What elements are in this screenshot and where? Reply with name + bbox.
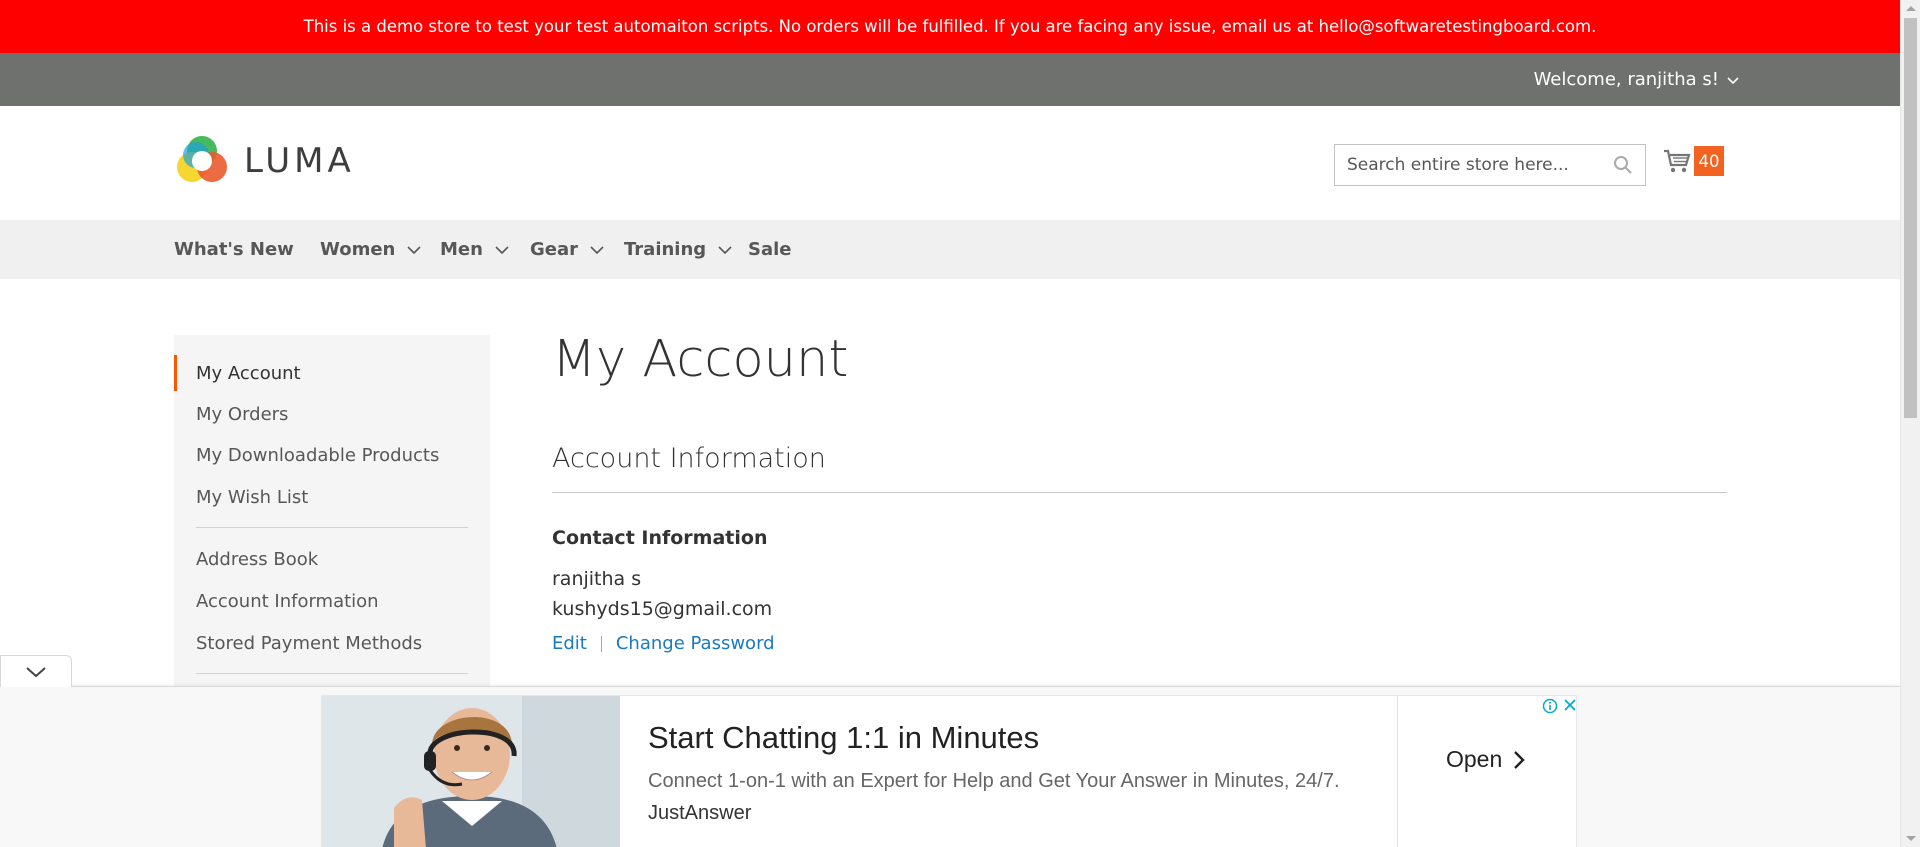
nav-item-label: Gear xyxy=(530,239,579,260)
welcome-text: Welcome, ranjitha s! xyxy=(1533,69,1719,90)
sidebar-item-label: Stored Payment Methods xyxy=(196,632,423,654)
ad-description: Connect 1-on-1 with an Expert for Help a… xyxy=(648,770,1340,792)
sidebar-item-downloadable-products[interactable]: My Downloadable Products xyxy=(174,437,490,473)
ad-collapse-button[interactable] xyxy=(0,655,72,687)
chevron-right-icon xyxy=(1514,750,1525,769)
minicart[interactable]: 40 xyxy=(1662,146,1724,176)
sidebar-divider xyxy=(196,527,468,528)
page-scrollbar[interactable] xyxy=(1900,0,1920,847)
contact-actions: Edit Change Password xyxy=(552,633,775,654)
nav-item-sale[interactable]: Sale xyxy=(748,220,792,279)
ad-image[interactable] xyxy=(322,696,620,847)
chevron-down-icon xyxy=(718,245,732,254)
sidebar-item-wish-list[interactable]: My Wish List xyxy=(174,479,490,515)
change-password-link[interactable]: Change Password xyxy=(616,633,775,654)
nav-item-women[interactable]: Women xyxy=(320,220,422,279)
demo-notice-text: This is a demo store to test your test a… xyxy=(303,17,1597,36)
nav-item-whats-new[interactable]: What's New xyxy=(174,220,294,279)
edit-link[interactable]: Edit xyxy=(552,633,587,654)
ad-source: JustAnswer xyxy=(648,802,752,824)
chevron-down-icon xyxy=(495,245,509,254)
search-placeholder: Search entire store here... xyxy=(1347,155,1569,175)
nav-item-men[interactable]: Men xyxy=(440,220,510,279)
support-agent-illustration xyxy=(322,696,620,847)
sidebar-item-label: My Account xyxy=(196,362,301,384)
scroll-down-arrow[interactable] xyxy=(1906,836,1916,841)
page-title: My Account xyxy=(552,330,849,389)
sidebar-item-label: My Downloadable Products xyxy=(196,444,440,466)
store-logo[interactable]: LUMA xyxy=(174,133,355,189)
demo-notice-bar: This is a demo store to test your test a… xyxy=(0,0,1900,53)
ad-divider xyxy=(1397,696,1398,847)
nav-item-gear[interactable]: Gear xyxy=(530,220,605,279)
logo-text: LUMA xyxy=(244,141,355,181)
main-navigation: What's New Women Men Gear Training Sale xyxy=(0,220,1900,279)
sidebar-item-label: Address Book xyxy=(196,548,319,570)
contact-name: ranjitha s xyxy=(552,568,642,590)
nav-item-label: Women xyxy=(320,239,396,260)
luma-logo-icon xyxy=(177,136,227,182)
ad-open-button[interactable]: Open xyxy=(1446,746,1526,773)
chevron-down-icon xyxy=(590,245,604,254)
ad-banner[interactable]: Start Chatting 1:1 in Minutes Connect 1-… xyxy=(321,695,1577,847)
search-input[interactable]: Search entire store here... xyxy=(1334,144,1646,186)
sidebar-item-account-information[interactable]: Account Information xyxy=(174,583,490,619)
sidebar-item-address-book[interactable]: Address Book xyxy=(174,541,490,577)
ad-open-label: Open xyxy=(1446,746,1503,772)
sidebar-divider xyxy=(196,673,468,674)
panel-header: Welcome, ranjitha s! xyxy=(0,53,1900,106)
search-icon[interactable] xyxy=(1613,155,1633,175)
nav-item-label: What's New xyxy=(174,239,294,260)
main-content: My Account Account Information Contact I… xyxy=(552,330,1727,654)
sidebar-item-label: My Orders xyxy=(196,403,289,425)
contact-email: kushyds15@gmail.com xyxy=(552,598,773,620)
chevron-down-icon xyxy=(407,245,421,254)
chevron-down-icon xyxy=(26,666,46,677)
nav-item-label: Men xyxy=(440,239,483,260)
sidebar-item-stored-payment-methods[interactable]: Stored Payment Methods xyxy=(174,625,490,661)
scroll-up-arrow[interactable] xyxy=(1906,6,1916,11)
nav-item-training[interactable]: Training xyxy=(624,220,733,279)
chevron-down-icon xyxy=(1727,76,1739,84)
customer-welcome-menu[interactable]: Welcome, ranjitha s! xyxy=(1534,53,1740,106)
ad-banner-container: Start Chatting 1:1 in Minutes Connect 1-… xyxy=(0,686,1900,847)
sidebar-item-label: My Wish List xyxy=(196,486,309,508)
ad-headline[interactable]: Start Chatting 1:1 in Minutes xyxy=(648,720,1039,756)
contact-information-title: Contact Information xyxy=(552,527,768,549)
cart-count-badge: 40 xyxy=(1694,146,1724,176)
close-icon[interactable] xyxy=(1563,698,1577,712)
scroll-thumb[interactable] xyxy=(1904,18,1917,418)
action-separator xyxy=(600,635,602,652)
account-sidebar: My Account My Orders My Downloadable Pro… xyxy=(174,335,490,695)
page-header: LUMA Search entire store here... 40 xyxy=(0,106,1900,220)
sidebar-item-my-orders[interactable]: My Orders xyxy=(174,396,490,432)
nav-item-label: Training xyxy=(624,239,707,260)
sidebar-item-label: Account Information xyxy=(196,590,379,612)
info-icon[interactable] xyxy=(1542,698,1558,714)
cart-icon xyxy=(1664,149,1691,173)
nav-item-label: Sale xyxy=(748,239,792,260)
sidebar-item-my-account[interactable]: My Account xyxy=(174,355,490,391)
account-information-title: Account Information xyxy=(552,443,1727,493)
